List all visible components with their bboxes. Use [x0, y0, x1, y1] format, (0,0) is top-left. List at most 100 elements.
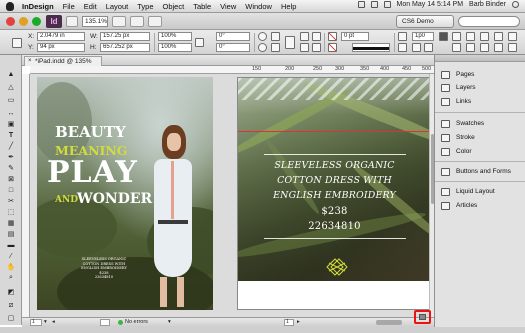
hand-tool-icon[interactable]: ✋: [5, 262, 17, 272]
pencil-tool-icon[interactable]: ✎: [5, 163, 17, 173]
stroke-type-field[interactable]: [352, 43, 390, 52]
preflight-status[interactable]: No errors: [125, 319, 148, 326]
wifi-icon[interactable]: [370, 1, 378, 8]
prev-page-icon[interactable]: ◂: [52, 319, 55, 326]
menu-edit[interactable]: Edit: [84, 2, 97, 11]
menu-help[interactable]: Help: [281, 2, 296, 11]
product-line-1[interactable]: SLEEVELESS ORGANIC: [238, 160, 429, 171]
highlighted-view-button[interactable]: [414, 310, 431, 324]
y-field[interactable]: 94 px: [37, 43, 85, 52]
vertical-ruler[interactable]: [22, 74, 30, 317]
select-container-icon[interactable]: [300, 32, 309, 41]
frame-color-icon[interactable]: [439, 32, 448, 41]
panel-menu-icon[interactable]: [452, 32, 461, 41]
product-page[interactable]: SLEEVELESS ORGANIC COTTON DRESS WITH ENG…: [237, 77, 430, 310]
stroke-swatch-icon[interactable]: [328, 43, 337, 52]
scale-x-field[interactable]: 100%: [158, 32, 192, 41]
menu-table[interactable]: Table: [193, 2, 211, 11]
object-style-icon[interactable]: [480, 43, 489, 52]
reference-point-icon[interactable]: [12, 38, 22, 48]
dock-header[interactable]: [435, 55, 525, 62]
product-photo[interactable]: SLEEVELESS ORGANIC COTTON DRESS WITH ENG…: [238, 78, 429, 281]
line-tool-icon[interactable]: ╱: [5, 141, 17, 151]
view-options-button[interactable]: [112, 16, 126, 27]
menu-app[interactable]: InDesign: [22, 2, 54, 11]
zoom-tool-icon[interactable]: ⌕: [5, 273, 17, 283]
select-content-icon[interactable]: [300, 43, 309, 52]
auto-fit-icon[interactable]: [466, 43, 475, 52]
content-fit-icon[interactable]: [424, 43, 433, 52]
select-previous-icon[interactable]: [312, 32, 321, 41]
arrange-documents-button[interactable]: [148, 16, 162, 27]
type-tool-icon[interactable]: T: [5, 130, 17, 140]
product-sku[interactable]: 22634810: [238, 221, 429, 232]
bridge-button[interactable]: [66, 16, 78, 27]
next-page-icon[interactable]: ▸: [297, 319, 300, 326]
panel-buttons-and-forms[interactable]: Buttons and Forms: [441, 166, 511, 177]
scissors-tool-icon[interactable]: ✂: [5, 196, 17, 206]
zoom-level-field[interactable]: 135.1%: [82, 16, 108, 27]
panel-swatches[interactable]: Swatches: [441, 118, 484, 129]
scale-y-field[interactable]: 100%: [158, 43, 192, 52]
spacing-field[interactable]: 1p0: [412, 32, 434, 41]
gradient-feather-tool-icon[interactable]: ▤: [5, 229, 17, 239]
horizontal-ruler[interactable]: 150 200 250 300 350 400 450 500: [30, 66, 434, 74]
control-panel-menu-icon[interactable]: [508, 32, 517, 41]
rectangle-frame-tool-icon[interactable]: ⊠: [5, 174, 17, 184]
gradient-tool-icon[interactable]: ▦: [5, 218, 17, 228]
note-tool-icon[interactable]: ▬: [5, 240, 17, 250]
rotate-cw-icon[interactable]: [258, 32, 267, 41]
content-collector-icon[interactable]: ▣: [5, 119, 17, 129]
close-tab-icon[interactable]: ×: [28, 57, 32, 66]
rotation-field[interactable]: 0°: [216, 32, 250, 41]
fill-stroke-icon[interactable]: ◩: [5, 287, 17, 297]
fx-icon[interactable]: [398, 43, 407, 52]
stroke-weight-field[interactable]: 0 pt: [341, 32, 369, 41]
close-window-icon[interactable]: [6, 17, 15, 26]
apply-none-icon[interactable]: ⧄: [5, 301, 17, 311]
direct-selection-tool-icon[interactable]: △: [5, 82, 17, 92]
page-menu-icon[interactable]: ▾: [44, 319, 47, 326]
volume-icon[interactable]: [383, 1, 391, 8]
menu-type[interactable]: Type: [137, 2, 153, 11]
apple-menu-icon[interactable]: [6, 1, 14, 11]
drop-shadow-icon[interactable]: [398, 32, 407, 41]
eyedropper-tool-icon[interactable]: ⁄: [5, 251, 17, 261]
search-field[interactable]: [458, 16, 520, 27]
panel-articles[interactable]: Articles: [441, 200, 477, 211]
paragraph-icon[interactable]: [285, 36, 295, 49]
workspace-switcher[interactable]: CS6 Demo: [396, 15, 454, 28]
free-transform-tool-icon[interactable]: ⬚: [5, 207, 17, 217]
menu-view[interactable]: View: [220, 2, 236, 11]
zoom-window-icon[interactable]: [32, 17, 41, 26]
panel-links[interactable]: Links: [441, 96, 471, 107]
product-line-2[interactable]: COTTON DRESS WITH: [238, 175, 429, 186]
screen-mode-icon[interactable]: ▢: [5, 313, 17, 323]
pen-tool-icon[interactable]: ✒: [5, 152, 17, 162]
page-number-field[interactable]: 1: [30, 319, 42, 326]
align-icon[interactable]: [480, 32, 489, 41]
user-name[interactable]: Barb Binder: [469, 1, 506, 8]
cover-page[interactable]: BEAUTY MEANING PLAY AND WONDER SLEEVELES…: [37, 77, 213, 310]
flip-horizontal-icon[interactable]: [271, 32, 280, 41]
menu-object[interactable]: Object: [163, 2, 185, 11]
rectangle-tool-icon[interactable]: □: [5, 185, 17, 195]
select-next-icon[interactable]: [312, 43, 321, 52]
page-tool-icon[interactable]: ▭: [5, 95, 17, 105]
fitting-icon[interactable]: [412, 43, 421, 52]
headline-beauty[interactable]: BEAUTY: [55, 123, 126, 141]
menu-file[interactable]: File: [63, 2, 75, 11]
panel-stroke[interactable]: Stroke: [441, 132, 475, 143]
panel-pages[interactable]: Pages: [441, 69, 474, 80]
page-number-field-right[interactable]: 1: [284, 319, 294, 326]
rotate-ccw-icon[interactable]: [258, 43, 267, 52]
shear-field[interactable]: 0°: [216, 43, 250, 52]
headline-play[interactable]: PLAY: [47, 155, 138, 190]
wrap-text-icon[interactable]: [452, 43, 461, 52]
height-field[interactable]: 657.252 px: [100, 43, 150, 52]
preflight-profile[interactable]: [100, 319, 110, 326]
dropbox-icon[interactable]: [357, 1, 365, 8]
panel-color[interactable]: Color: [441, 146, 472, 157]
spotlight-icon[interactable]: [512, 1, 519, 8]
headline-and[interactable]: AND: [55, 195, 78, 205]
